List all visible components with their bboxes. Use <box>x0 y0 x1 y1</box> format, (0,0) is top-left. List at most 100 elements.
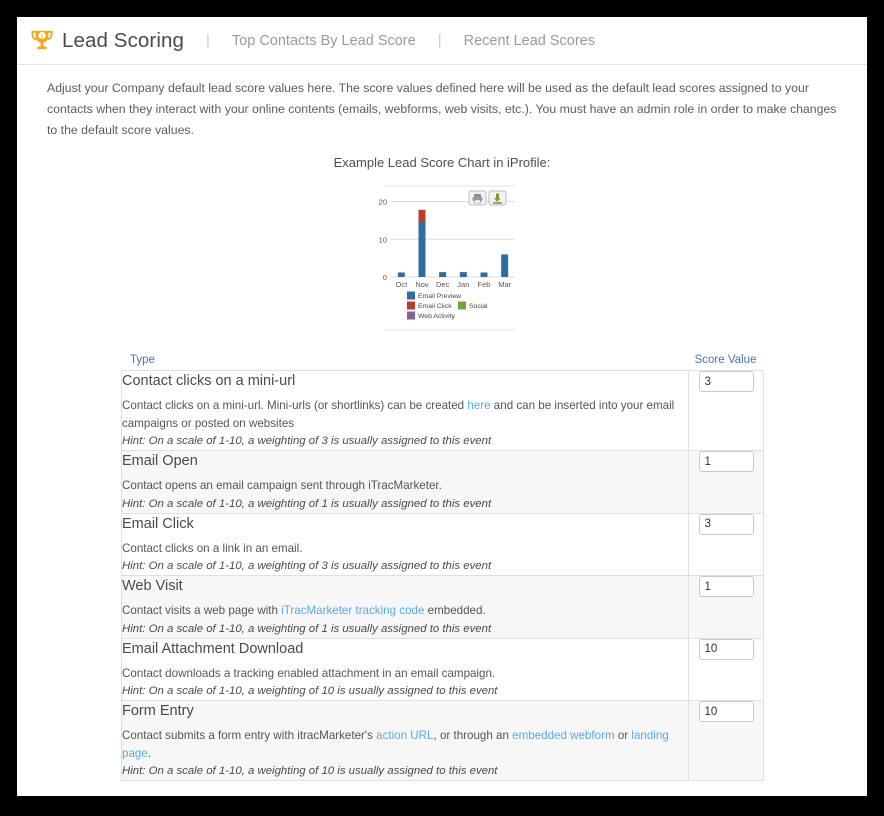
table-row: Email Click Contact clicks on a link in a… <box>121 512 764 577</box>
description-text: or <box>614 729 632 743</box>
row-hint: Hint: On a scale of 1-10, a weighting of… <box>122 622 492 635</box>
chart-bar <box>418 210 425 223</box>
lead-score-chart: 0 10 20 Oct Nov Dec Jan Feb Mar Email Preview Emai… <box>365 180 520 340</box>
page-title: Lead Scoring <box>62 28 185 52</box>
row-hint: Hint: On a scale of 1-10, a weighting of… <box>122 435 492 448</box>
description-text: Contact downloads a tracking enabled att… <box>122 666 496 680</box>
printer-icon[interactable] <box>468 190 486 206</box>
score-table-wrap: Type Score Value Contact clicks on a min… <box>121 354 764 796</box>
cell-type: Form Entry Contact submits a form entry w… <box>121 700 689 782</box>
x-axis-tick-label: Jan <box>457 280 469 289</box>
description-text: , or through an <box>433 729 513 743</box>
inline-link[interactable]: embedded webform <box>512 729 614 742</box>
score-table: Contact clicks on a mini-url Contact clic… <box>121 370 764 782</box>
description-text: Contact opens an email campaign sent thr… <box>122 479 442 493</box>
row-hint: Hint: On a scale of 1-10, a weighting of… <box>122 765 498 778</box>
app-window: 1 Lead Scoring | Top Contacts By Lead Sc… <box>17 17 867 796</box>
row-description: Contact visits a web page with iTracMark… <box>122 602 688 619</box>
x-axis-tick-label: Oct <box>395 280 408 289</box>
description-text: Contact submits a form entry with itracM… <box>122 729 377 743</box>
table-column-headers: Type Score Value <box>121 354 763 370</box>
chart-caption: Example Lead Score Chart in iProfile: <box>333 155 551 171</box>
row-hint: Hint: On a scale of 1-10, a weighting of… <box>122 497 492 510</box>
score-value-input[interactable] <box>698 513 754 535</box>
app-header: 1 Lead Scoring | Top Contacts By Lead Sc… <box>17 17 867 65</box>
header-separator-2: | <box>437 32 442 49</box>
x-axis-tick-label: Feb <box>477 280 490 289</box>
row-description: Contact opens an email campaign sent thr… <box>122 477 688 494</box>
score-value-input[interactable] <box>698 576 754 598</box>
row-title: Web Visit <box>122 578 183 595</box>
trophy-icon: 1 <box>31 30 53 49</box>
score-value-input[interactable] <box>698 701 754 723</box>
cell-type: Web Visit Contact visits a web page with … <box>121 575 689 639</box>
inline-link[interactable]: iTracMarketer tracking code <box>281 604 424 617</box>
column-header-type: Type <box>130 354 155 367</box>
table-row: Form Entry Contact submits a form entry w… <box>121 700 764 782</box>
row-description: Contact submits a form entry with itracM… <box>122 727 688 762</box>
description-text: Contact clicks on a link in an email. <box>122 541 303 555</box>
cell-score-value <box>688 575 764 639</box>
lead-score-bar-chart: 0 10 20 Oct Nov Dec Jan Feb Mar Email Preview Emai… <box>378 185 515 331</box>
y-axis-tick-label: 0 <box>382 274 386 283</box>
row-title: Email Attachment Download <box>122 640 304 657</box>
chart-bar <box>480 272 487 278</box>
legend-label: Email Click <box>418 303 452 310</box>
y-axis-tick-label: 10 <box>378 236 386 245</box>
description-text: embedded. <box>424 604 486 618</box>
row-title: Email Open <box>122 453 198 470</box>
cell-type: Email Click Contact clicks on a link in a… <box>121 512 689 577</box>
download-icon[interactable] <box>488 190 506 206</box>
cell-type: Email Attachment Download Contact downloa… <box>121 637 689 702</box>
table-row: Contact clicks on a mini-url Contact clic… <box>121 370 764 452</box>
table-row: Web Visit Contact visits a web page with … <box>121 575 764 639</box>
description-text: . <box>147 746 152 760</box>
legend-swatch <box>457 301 466 310</box>
description-text: Contact clicks on a mini-url. Mini-urls … <box>122 399 468 413</box>
cell-score-value <box>688 450 764 514</box>
chart-bar <box>438 272 446 278</box>
score-value-input[interactable] <box>698 638 754 660</box>
row-hint: Hint: On a scale of 1-10, a weighting of… <box>122 560 492 573</box>
cell-score-value <box>688 700 764 782</box>
x-axis-tick-label: Mar <box>498 280 511 289</box>
inline-link[interactable]: here <box>467 399 490 412</box>
cell-type: Email Open Contact opens an email campaig… <box>121 450 689 514</box>
cell-score-value <box>688 637 764 702</box>
score-value-input[interactable] <box>698 371 754 393</box>
table-row: Email Attachment Download Contact downloa… <box>121 637 764 702</box>
row-description: Contact clicks on a mini-url. Mini-urls … <box>122 397 688 432</box>
svg-text:1: 1 <box>40 33 44 40</box>
table-row: Email Open Contact opens an email campaig… <box>121 450 764 514</box>
x-axis-tick-label: Nov <box>415 280 429 289</box>
legend-swatch <box>406 311 415 320</box>
legend-label: Social <box>469 303 488 310</box>
score-value-input[interactable] <box>698 451 754 473</box>
row-title: Contact clicks on a mini-url <box>122 373 296 390</box>
row-title: Form Entry <box>122 703 194 720</box>
intro-description: Adjust your Company default lead score v… <box>47 81 837 138</box>
chart-block: Example Lead Score Chart in iProfile: 0 1… <box>17 155 867 340</box>
legend-swatch <box>406 301 415 310</box>
column-header-score-value: Score Value <box>694 354 757 367</box>
cell-score-value <box>688 370 764 452</box>
row-description: Contact downloads a tracking enabled att… <box>122 665 688 682</box>
chart-bar <box>397 272 405 278</box>
x-axis-tick-label: Dec <box>435 280 449 289</box>
y-axis-tick-label: 20 <box>378 198 386 207</box>
cell-type: Contact clicks on a mini-url Contact clic… <box>121 370 689 452</box>
legend-label: Email Preview <box>418 293 461 300</box>
chart-toolbar <box>468 190 506 206</box>
header-separator-1: | <box>206 32 210 49</box>
row-title: Email Click <box>122 515 194 532</box>
inline-link[interactable]: action URL <box>376 729 433 742</box>
link-top-contacts-by-lead-score[interactable]: Top Contacts By Lead Score <box>232 33 416 49</box>
chart-bar <box>500 254 508 278</box>
chart-bar <box>418 222 425 278</box>
legend-label: Web Activity <box>418 313 455 320</box>
description-text: Contact visits a web page with <box>122 604 282 618</box>
row-description: Contact clicks on a link in an email. <box>122 540 688 557</box>
row-hint: Hint: On a scale of 1-10, a weighting of… <box>122 685 498 698</box>
link-recent-lead-scores[interactable]: Recent Lead Scores <box>464 33 595 49</box>
legend-swatch <box>406 291 415 300</box>
